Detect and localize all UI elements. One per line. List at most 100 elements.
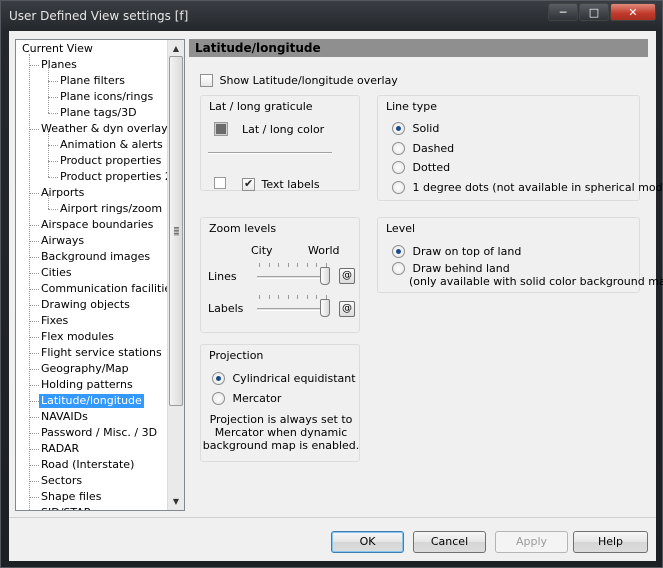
tree-item[interactable]: Airways: [39, 234, 86, 248]
show-overlay-label: Show Latitude/longitude overlay: [219, 73, 398, 87]
tree-connector: [48, 130, 49, 145]
title-buttons: ─ □ ✕: [547, 3, 656, 21]
line-solid-radio[interactable]: [392, 121, 405, 135]
latlong-color-swatch[interactable]: [215, 123, 227, 135]
scroll-up-icon[interactable]: ▲: [168, 40, 184, 57]
level-behind-radio[interactable]: [392, 261, 405, 275]
zoom-lines-slider-thumb[interactable]: [320, 267, 330, 285]
ok-button[interactable]: OK: [331, 531, 404, 553]
zoom-labels-slider-thumb[interactable]: [320, 299, 330, 317]
tree-item[interactable]: Drawing objects: [39, 298, 132, 312]
tree-item[interactable]: SID/STAR: [39, 506, 93, 510]
line-solid-option[interactable]: Solid: [392, 121, 439, 135]
tree-item[interactable]: Road (Interstate): [39, 458, 136, 472]
tree-connector: [29, 385, 39, 386]
tree-connector: [48, 177, 58, 178]
line-dashed-radio[interactable]: [392, 141, 405, 155]
tree-item[interactable]: Plane icons/rings: [58, 90, 155, 104]
tree-connector: [29, 417, 39, 418]
line-dotted-radio[interactable]: [392, 160, 405, 174]
tree-item[interactable]: Flex modules: [39, 330, 116, 344]
tree-item[interactable]: Product properties: [58, 154, 163, 168]
tree-item[interactable]: Fixes: [39, 314, 70, 328]
level-top-label: Draw on top of land: [412, 244, 522, 258]
tree-item[interactable]: Password / Misc. / 3D: [39, 426, 159, 440]
line-degree-dots-radio[interactable]: [392, 180, 405, 194]
projection-cylindrical-radio[interactable]: [212, 371, 225, 385]
tree-item[interactable]: Geography/Map: [39, 362, 131, 376]
line-solid-label: Solid: [412, 121, 440, 135]
tree-item[interactable]: Communication facilities: [39, 282, 179, 296]
level-group: Level Draw on top of land Draw behind la…: [377, 217, 663, 293]
tree-item[interactable]: Product properties 2: [58, 170, 174, 184]
projection-mercator-option[interactable]: Mercator: [212, 391, 281, 405]
text-label-color-swatch[interactable]: [214, 177, 226, 189]
show-overlay-option[interactable]: Show Latitude/longitude overlay: [200, 73, 398, 87]
tree-connector: [48, 113, 58, 114]
tree-item[interactable]: Animation & alerts: [58, 138, 165, 152]
tree-connector: [29, 433, 39, 434]
zoom-world-label: World: [308, 244, 340, 257]
line-type-title: Line type: [386, 100, 437, 113]
apply-button[interactable]: Apply: [495, 531, 568, 553]
cancel-button[interactable]: Cancel: [413, 531, 486, 553]
grip-icon: ═ ═ ═: [174, 224, 179, 239]
tree-connector: [29, 353, 39, 354]
tree-item[interactable]: Airspace boundaries: [39, 218, 155, 232]
tree-item[interactable]: Airport rings/zoom: [58, 202, 164, 216]
tree-item[interactable]: Current View: [20, 42, 95, 56]
tree-item[interactable]: NAVAIDs: [39, 410, 90, 424]
tree-scrollbar[interactable]: ▲ ═ ═ ═ ▼: [167, 40, 184, 510]
text-labels-option[interactable]: Text labels: [242, 177, 320, 191]
zoom-levels-title: Zoom levels: [209, 222, 277, 235]
tree-item[interactable]: Planes: [39, 58, 79, 72]
maximize-button[interactable]: □: [579, 3, 609, 21]
scroll-down-icon[interactable]: ▼: [168, 493, 184, 510]
line-dashed-label: Dashed: [412, 141, 455, 155]
projection-mercator-radio[interactable]: [212, 391, 225, 405]
tree-connector: [29, 321, 39, 322]
tree-item[interactable]: RADAR: [39, 442, 81, 456]
minimize-button[interactable]: ─: [548, 3, 578, 21]
tree-item[interactable]: Plane tags/3D: [58, 106, 139, 120]
tree-item[interactable]: Cities: [39, 266, 74, 280]
projection-title: Projection: [209, 349, 264, 362]
scroll-thumb[interactable]: ═ ═ ═: [169, 56, 183, 406]
tree-connector: [29, 289, 39, 290]
text-labels-checkbox[interactable]: [242, 177, 255, 191]
tree-item[interactable]: Background images: [39, 250, 152, 264]
tree-connector: [29, 225, 39, 226]
tree-item[interactable]: Sectors: [39, 474, 84, 488]
window-title: User Defined View settings [f]: [9, 9, 189, 23]
level-top-option[interactable]: Draw on top of land: [392, 244, 521, 258]
zoom-labels-slider-track[interactable]: [257, 308, 329, 311]
line-dashed-option[interactable]: Dashed: [392, 141, 454, 155]
tree-connector: [29, 65, 39, 66]
tree-item[interactable]: Holding patterns: [39, 378, 135, 392]
line-degree-dots-option[interactable]: 1 degree dots (not available in spherica…: [392, 180, 663, 194]
settings-tree: Current View Planes Plane filters Plane ico…: [15, 39, 185, 511]
tree-item[interactable]: Airports: [39, 186, 86, 200]
tree-item[interactable]: Latitude/longitude: [39, 394, 144, 408]
tree-item[interactable]: Plane filters: [58, 74, 127, 88]
projection-cylindrical-option[interactable]: Cylindrical equidistant: [212, 371, 356, 385]
zoom-lines-slider-track[interactable]: [257, 276, 329, 279]
tree-item[interactable]: Weather & dyn overlays: [39, 122, 175, 136]
level-behind-option[interactable]: Draw behind land: [392, 261, 510, 275]
tree-connector: [48, 209, 58, 210]
level-top-radio[interactable]: [392, 244, 405, 258]
zoom-lines-at-icon[interactable]: @: [339, 268, 355, 284]
zoom-lines-label: Lines: [208, 270, 237, 283]
show-overlay-checkbox[interactable]: [200, 73, 213, 87]
tree-item[interactable]: Shape files: [39, 490, 103, 504]
tree-item[interactable]: Flight service stations: [39, 346, 164, 360]
close-button[interactable]: ✕: [610, 3, 656, 21]
tree-connector: [29, 54, 30, 510]
tree-connector: [29, 449, 39, 450]
help-button[interactable]: Help: [573, 531, 648, 553]
projection-cylindrical-label: Cylindrical equidistant: [232, 371, 356, 385]
projection-note-line: background map is enabled.: [202, 439, 360, 452]
zoom-labels-at-icon[interactable]: @: [339, 301, 355, 317]
line-dotted-option[interactable]: Dotted: [392, 160, 450, 174]
projection-group: Projection Cylindrical equidistant Merca…: [200, 344, 360, 462]
